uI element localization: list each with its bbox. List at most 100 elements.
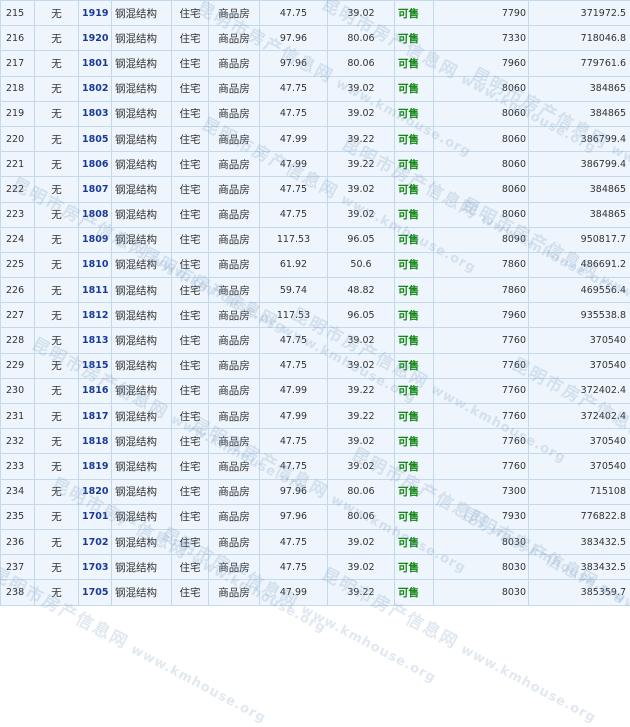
unit-price-cell: 8060 <box>434 152 529 177</box>
extra-cell: 无 <box>35 429 79 454</box>
row-index: 230 <box>1 378 35 403</box>
room-number-link[interactable]: 1703 <box>82 562 108 573</box>
table-row: 217无1801钢混结构住宅商品房97.9680.06可售7960779761.… <box>1 51 630 76</box>
room-number-link[interactable]: 1701 <box>82 511 108 522</box>
row-index: 224 <box>1 227 35 252</box>
room-number-cell: 1811 <box>79 278 112 303</box>
structure-cell: 钢混结构 <box>112 101 172 126</box>
structure-cell: 钢混结构 <box>112 479 172 504</box>
inner-area-cell: 39.02 <box>328 555 395 580</box>
extra-cell: 无 <box>35 278 79 303</box>
extra-cell: 无 <box>35 555 79 580</box>
total-price-cell: 370540 <box>529 353 630 378</box>
total-price-cell: 950817.7 <box>529 227 630 252</box>
table-row: 232无1818钢混结构住宅商品房47.7539.02可售7760370540 <box>1 429 630 454</box>
status-badge: 可售 <box>395 1 434 26</box>
listing-table: 215无1919钢混结构住宅商品房47.7539.02可售7790371972.… <box>0 0 630 606</box>
room-number-link[interactable]: 1702 <box>82 537 108 548</box>
room-number-link[interactable]: 1920 <box>82 33 108 44</box>
housing-type-cell: 商品房 <box>209 1 260 26</box>
row-index: 218 <box>1 76 35 101</box>
room-number-link[interactable]: 1818 <box>82 436 108 447</box>
usage-cell: 住宅 <box>172 529 209 554</box>
build-area-cell: 61.92 <box>260 252 328 277</box>
room-number-link[interactable]: 1816 <box>82 385 108 396</box>
inner-area-cell: 48.82 <box>328 278 395 303</box>
total-price-cell: 385359.7 <box>529 580 630 605</box>
status-badge: 可售 <box>395 454 434 479</box>
room-number-link[interactable]: 1812 <box>82 310 108 321</box>
build-area-cell: 117.53 <box>260 227 328 252</box>
total-price-cell: 372402.4 <box>529 404 630 429</box>
room-number-link[interactable]: 1807 <box>82 184 108 195</box>
total-price-cell: 370540 <box>529 328 630 353</box>
extra-cell: 无 <box>35 529 79 554</box>
room-number-link[interactable]: 1817 <box>82 411 108 422</box>
usage-cell: 住宅 <box>172 278 209 303</box>
status-badge: 可售 <box>395 580 434 605</box>
extra-cell: 无 <box>35 152 79 177</box>
inner-area-cell: 96.05 <box>328 303 395 328</box>
total-price-cell: 715108 <box>529 479 630 504</box>
room-number-link[interactable]: 1919 <box>82 8 108 19</box>
build-area-cell: 47.99 <box>260 126 328 151</box>
build-area-cell: 47.75 <box>260 529 328 554</box>
build-area-cell: 47.99 <box>260 404 328 429</box>
status-badge: 可售 <box>395 101 434 126</box>
room-number-link[interactable]: 1820 <box>82 486 108 497</box>
housing-type-cell: 商品房 <box>209 76 260 101</box>
build-area-cell: 97.96 <box>260 51 328 76</box>
build-area-cell: 47.75 <box>260 1 328 26</box>
build-area-cell: 47.75 <box>260 555 328 580</box>
extra-cell: 无 <box>35 252 79 277</box>
room-number-link[interactable]: 1802 <box>82 83 108 94</box>
room-number-cell: 1805 <box>79 126 112 151</box>
status-badge: 可售 <box>395 555 434 580</box>
table-row: 221无1806钢混结构住宅商品房47.9939.22可售8060386799.… <box>1 152 630 177</box>
room-number-cell: 1808 <box>79 202 112 227</box>
unit-price-cell: 7860 <box>434 252 529 277</box>
usage-cell: 住宅 <box>172 580 209 605</box>
structure-cell: 钢混结构 <box>112 504 172 529</box>
status-badge: 可售 <box>395 152 434 177</box>
room-number-link[interactable]: 1801 <box>82 58 108 69</box>
status-badge: 可售 <box>395 328 434 353</box>
table-row: 230无1816钢混结构住宅商品房47.9939.22可售7760372402.… <box>1 378 630 403</box>
room-number-link[interactable]: 1806 <box>82 159 108 170</box>
status-badge: 可售 <box>395 76 434 101</box>
structure-cell: 钢混结构 <box>112 529 172 554</box>
structure-cell: 钢混结构 <box>112 580 172 605</box>
room-number-link[interactable]: 1808 <box>82 209 108 220</box>
unit-price-cell: 8030 <box>434 555 529 580</box>
total-price-cell: 486691.2 <box>529 252 630 277</box>
table-row: 216无1920钢混结构住宅商品房97.9680.06可售7330718046.… <box>1 26 630 51</box>
room-number-link[interactable]: 1809 <box>82 234 108 245</box>
total-price-cell: 371972.5 <box>529 1 630 26</box>
status-badge: 可售 <box>395 227 434 252</box>
total-price-cell: 370540 <box>529 454 630 479</box>
row-index: 227 <box>1 303 35 328</box>
room-number-link[interactable]: 1810 <box>82 259 108 270</box>
status-badge: 可售 <box>395 126 434 151</box>
structure-cell: 钢混结构 <box>112 303 172 328</box>
status-badge: 可售 <box>395 177 434 202</box>
room-number-link[interactable]: 1819 <box>82 461 108 472</box>
room-number-cell: 1920 <box>79 26 112 51</box>
room-number-link[interactable]: 1805 <box>82 134 108 145</box>
build-area-cell: 97.96 <box>260 504 328 529</box>
structure-cell: 钢混结构 <box>112 252 172 277</box>
extra-cell: 无 <box>35 1 79 26</box>
extra-cell: 无 <box>35 126 79 151</box>
total-price-cell: 384865 <box>529 76 630 101</box>
room-number-link[interactable]: 1815 <box>82 360 108 371</box>
build-area-cell: 47.99 <box>260 378 328 403</box>
usage-cell: 住宅 <box>172 202 209 227</box>
room-number-link[interactable]: 1813 <box>82 335 108 346</box>
room-number-link[interactable]: 1705 <box>82 587 108 598</box>
room-number-cell: 1810 <box>79 252 112 277</box>
room-number-link[interactable]: 1803 <box>82 108 108 119</box>
row-index: 225 <box>1 252 35 277</box>
extra-cell: 无 <box>35 227 79 252</box>
structure-cell: 钢混结构 <box>112 177 172 202</box>
room-number-link[interactable]: 1811 <box>82 285 108 296</box>
